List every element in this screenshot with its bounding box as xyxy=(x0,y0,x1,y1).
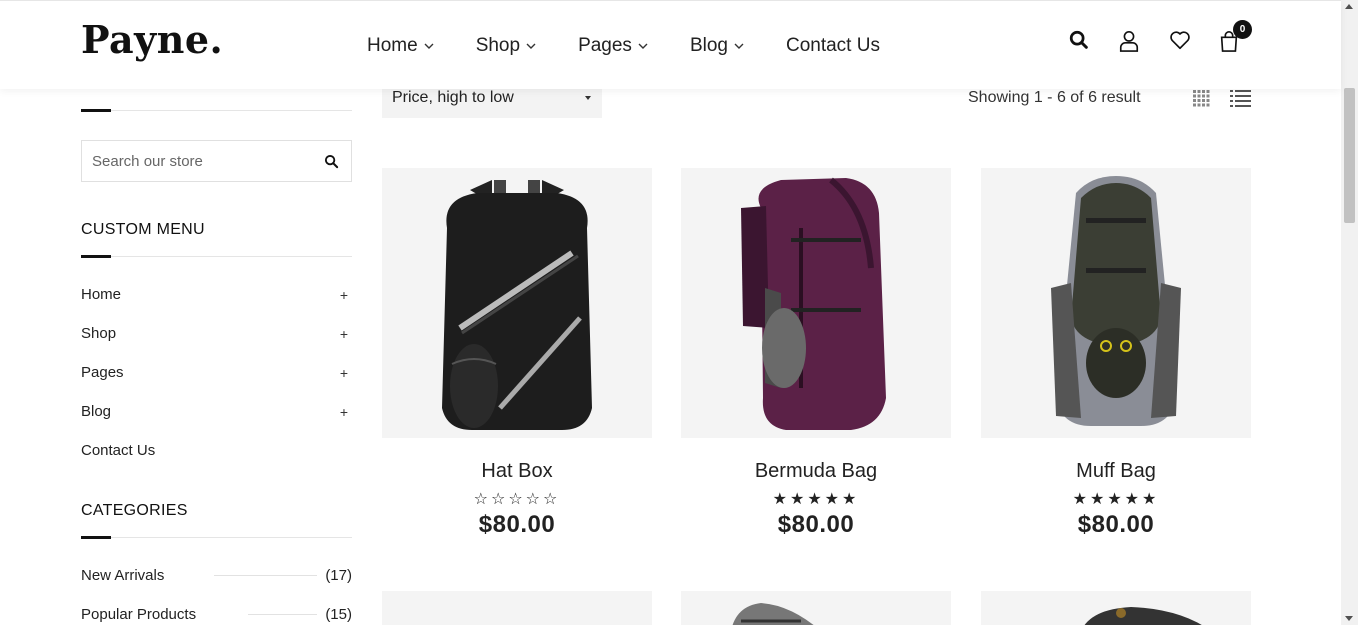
site-header: Payne. Home Shop Pages Blog Contact Us 0 xyxy=(0,0,1341,89)
product-card: Bermuda Bag ★★★★★ $80.00 xyxy=(681,168,951,539)
nav-blog-label: Blog xyxy=(689,35,728,56)
product-name[interactable]: Hat Box xyxy=(382,460,652,483)
expand-icon[interactable]: + xyxy=(340,365,348,381)
menu-item-label: Contact Us xyxy=(81,442,156,459)
cart-count-badge: 0 xyxy=(1233,20,1252,39)
search-submit-button[interactable] xyxy=(311,141,351,181)
search-icon[interactable] xyxy=(1068,29,1092,53)
backpack-image xyxy=(442,180,592,430)
menu-item-label: Pages xyxy=(81,364,124,381)
rating-stars: ★★★★★ xyxy=(1072,491,1160,508)
product-price: $80.00 xyxy=(777,511,855,538)
rating-stars: ☆☆☆☆☆ xyxy=(473,491,561,508)
title-divider xyxy=(81,109,352,112)
list-view-icon[interactable] xyxy=(1230,90,1251,107)
product-price: $80.00 xyxy=(1077,511,1155,538)
categories-widget: CATEGORIES New Arrivals (17) Popular Prod… xyxy=(81,502,352,625)
product-card: Muff Bag ★★★★★ $80.00 xyxy=(981,168,1251,539)
bag-image xyxy=(1084,607,1202,625)
custom-menu-list: Home + Shop + Pages + Blog + Contact Us xyxy=(81,275,352,470)
expand-icon[interactable]: + xyxy=(340,404,348,420)
nav-pages-label: Pages xyxy=(578,35,632,56)
menu-item-label: Blog xyxy=(81,403,112,420)
header-icons: 0 xyxy=(1068,20,1268,53)
menu-item-pages[interactable]: Pages + xyxy=(81,353,352,392)
custom-menu-title: CUSTOM MENU xyxy=(81,221,205,238)
nav-shop[interactable]: Shop xyxy=(476,35,536,57)
cart-icon[interactable]: 0 xyxy=(1218,20,1252,53)
chevron-down-icon xyxy=(424,43,434,49)
scroll-down-arrow-icon[interactable] xyxy=(1345,616,1353,621)
menu-item-contact[interactable]: Contact Us xyxy=(81,431,352,470)
category-new-arrivals[interactable]: New Arrivals (17) xyxy=(81,556,352,595)
nav-home[interactable]: Home xyxy=(367,35,434,57)
categories-title: CATEGORIES xyxy=(81,502,188,519)
product-image[interactable] xyxy=(382,591,652,625)
nav-contact[interactable]: Contact Us xyxy=(786,35,880,57)
chevron-down-icon xyxy=(638,43,648,49)
expand-icon[interactable]: + xyxy=(340,326,348,342)
categories-list: New Arrivals (17) Popular Products (15) xyxy=(81,556,352,625)
category-count: (15) xyxy=(325,606,352,623)
menu-item-home[interactable]: Home + xyxy=(81,275,352,314)
shoe-image xyxy=(732,603,814,625)
search-icon xyxy=(324,154,338,168)
title-divider xyxy=(81,255,352,258)
backpack-image xyxy=(1051,176,1181,426)
product-name[interactable]: Muff Bag xyxy=(981,460,1251,483)
product-card: Hat Box ☆☆☆☆☆ $80.00 xyxy=(382,168,652,539)
product-name[interactable]: Bermuda Bag xyxy=(681,460,951,483)
caret-down-icon xyxy=(585,96,591,100)
product-image[interactable] xyxy=(681,591,951,625)
nav-home-label: Home xyxy=(367,35,418,56)
custom-menu-widget: CUSTOM MENU Home + Shop + Pages + Blog + Con… xyxy=(81,221,352,470)
user-icon[interactable] xyxy=(1118,29,1142,53)
nav-pages[interactable]: Pages xyxy=(578,35,648,57)
product-image[interactable] xyxy=(681,168,951,438)
divider xyxy=(214,575,318,576)
scroll-up-arrow-icon[interactable] xyxy=(1345,4,1353,9)
chevron-down-icon xyxy=(526,43,536,49)
search-input[interactable] xyxy=(82,152,311,170)
heart-icon[interactable] xyxy=(1168,29,1192,53)
category-popular-products[interactable]: Popular Products (15) xyxy=(81,595,352,625)
grid-view-icon[interactable] xyxy=(1193,90,1210,107)
category-label: Popular Products xyxy=(81,606,197,623)
result-count: Showing 1 - 6 of 6 result xyxy=(968,89,1141,106)
product-image[interactable] xyxy=(981,591,1251,625)
scrollbar[interactable] xyxy=(1341,0,1358,625)
scroll-thumb[interactable] xyxy=(1344,88,1355,223)
category-count: (17) xyxy=(325,567,352,584)
nav-blog[interactable]: Blog xyxy=(690,35,744,57)
search-box xyxy=(81,140,352,182)
product-image[interactable] xyxy=(981,168,1251,438)
product-image[interactable] xyxy=(382,168,652,438)
menu-item-label: Home xyxy=(81,286,122,303)
category-label: New Arrivals xyxy=(81,567,165,584)
backpack-image xyxy=(741,177,886,430)
title-divider xyxy=(81,536,352,539)
expand-icon[interactable]: + xyxy=(340,287,348,303)
nav-contact-label: Contact Us xyxy=(785,35,880,56)
rating-stars: ★★★★★ xyxy=(772,491,860,508)
product-price: $80.00 xyxy=(478,511,556,538)
sort-selected-value: Price, high to low xyxy=(392,89,514,106)
nav-shop-label: Shop xyxy=(475,35,521,56)
logo[interactable]: Payne. xyxy=(81,17,223,62)
menu-item-shop[interactable]: Shop + xyxy=(81,314,352,353)
menu-item-label: Shop xyxy=(81,325,117,342)
divider xyxy=(248,614,318,615)
menu-item-blog[interactable]: Blog + xyxy=(81,392,352,431)
chevron-down-icon xyxy=(734,43,744,49)
main-nav: Home Shop Pages Blog Contact Us xyxy=(367,35,922,57)
